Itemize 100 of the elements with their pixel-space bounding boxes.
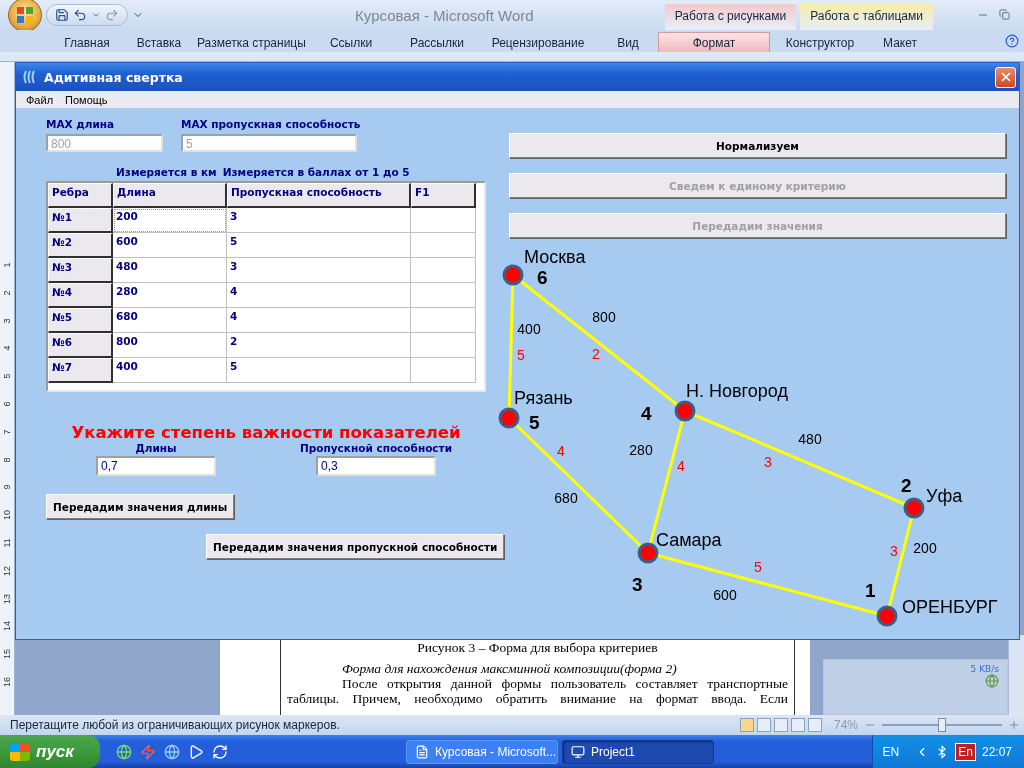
ribbon-tab[interactable]: Главная (52, 32, 122, 52)
zoom-in-icon[interactable] (1008, 719, 1020, 731)
figure-caption: Рисунок 3 – Форма для выбора критериев (416, 640, 659, 655)
play-icon[interactable] (188, 743, 204, 760)
row-header: №2 (48, 233, 113, 258)
ribbon-tab[interactable]: Разметка страницы (196, 32, 304, 52)
city-label: Н. Новгород (686, 381, 788, 401)
office-button[interactable] (8, 0, 42, 32)
table-cell[interactable]: 5 (227, 233, 411, 258)
table-cell[interactable]: 3 (227, 258, 411, 283)
taskbar-button[interactable]: Курсовая - Microsoft... (406, 739, 558, 764)
table-cell[interactable]: 800 (113, 333, 227, 358)
table-cell[interactable] (411, 208, 476, 233)
node-number: 4 (641, 403, 652, 424)
ruler-number: 3 (1, 317, 13, 325)
ribbon-tab[interactable]: Вставка (124, 32, 194, 52)
table-cell[interactable] (411, 258, 476, 283)
language-indicator[interactable]: EN (882, 744, 900, 759)
zoom-level: 74% (833, 718, 858, 732)
ribbon-tab[interactable]: Макет (870, 32, 930, 52)
city-node (903, 497, 925, 519)
ribbon-tab[interactable]: Рецензирование (478, 32, 598, 52)
input-method-indicator[interactable]: En (955, 742, 976, 761)
score-label: 3 (890, 542, 898, 559)
node-number: 5 (529, 412, 540, 433)
field-label: Длины (135, 442, 177, 454)
refresh-icon[interactable] (212, 743, 228, 760)
ruler-number: 6 (1, 400, 13, 409)
context-tab-group: Работа с таблицами (800, 4, 933, 30)
ribbon-tab[interactable]: Рассылки (398, 32, 476, 52)
table-cell[interactable]: 600 (113, 233, 227, 258)
paragraph-line: таблицы. Причем, необходимо обратить внимание на формат ввода. Если (287, 691, 788, 706)
length-label: 200 (913, 539, 937, 556)
ribbon-tab[interactable]: Вид (600, 32, 656, 52)
view-mode-icon[interactable] (756, 718, 771, 732)
table-cell[interactable]: 680 (113, 308, 227, 333)
table-cell[interactable] (411, 358, 476, 383)
save-icon[interactable] (55, 8, 69, 22)
browser-icon[interactable] (164, 743, 180, 760)
length-label: 480 (798, 430, 822, 447)
undo-icon[interactable] (73, 8, 87, 22)
table-cell[interactable] (411, 333, 476, 358)
unit-note: Измеряется в км (116, 166, 217, 178)
table-cell[interactable]: 5 (227, 358, 411, 383)
view-mode-icon[interactable] (790, 718, 805, 732)
taskbar-button[interactable]: Project1 (562, 739, 714, 764)
context-tab-group: Работа с рисунками (664, 4, 797, 30)
length-label: 400 (517, 320, 541, 337)
view-mode-icon[interactable] (773, 718, 788, 732)
help-icon[interactable] (1005, 34, 1019, 48)
ribbon-tab[interactable]: Конструктор (772, 32, 868, 52)
table-cell[interactable]: 280 (113, 283, 227, 308)
globe-icon (985, 674, 999, 688)
field-label: MAX длина (46, 118, 116, 130)
ruler-number: 1 (1, 261, 13, 270)
network-speed: 5 KB/s (970, 664, 999, 674)
table-cell[interactable]: 2 (227, 333, 411, 358)
menu-item[interactable]: Помощь (65, 93, 108, 106)
row-header: №7 (48, 358, 113, 383)
city-label: Москва (524, 247, 586, 267)
ruler-number: 7 (1, 428, 13, 437)
action-button[interactable]: Нормализуем (509, 133, 1006, 158)
ruler-number: 8 (1, 456, 13, 464)
ribbon-tab[interactable]: Ссылки (306, 32, 396, 52)
table-cell[interactable]: 4 (227, 283, 411, 308)
view-mode-icon[interactable] (807, 718, 822, 732)
start-button[interactable]: пуск (0, 735, 100, 768)
length-label: 800 (592, 308, 616, 325)
action-button[interactable]: Передадим значения длины (46, 494, 235, 519)
close-button[interactable] (995, 66, 1016, 88)
input-field[interactable]: 0,7 (96, 456, 216, 476)
redo-icon[interactable] (105, 8, 119, 22)
clock: 22:07 (981, 744, 1012, 759)
ribbon-tab[interactable]: Формат (658, 32, 770, 52)
score-label: 2 (592, 345, 600, 362)
table-cell[interactable]: 400 (113, 358, 227, 383)
menu-item[interactable]: Файл (26, 93, 54, 106)
ruler-number: 14 (1, 620, 13, 634)
table-cell[interactable]: 4 (227, 308, 411, 333)
city-node (674, 400, 696, 422)
table-cell[interactable] (411, 233, 476, 258)
globe-icon[interactable] (116, 743, 132, 760)
row-header: №1 (48, 208, 113, 233)
view-mode-icon[interactable] (739, 718, 754, 732)
table-cell[interactable]: 480 (113, 258, 227, 283)
score-label: 5 (754, 558, 762, 575)
table-cell[interactable]: 3 (227, 208, 411, 233)
ruler-number: 4 (1, 344, 13, 353)
table-cell[interactable] (411, 283, 476, 308)
ruler-number: 2 (1, 289, 13, 298)
zoom-thumb[interactable] (938, 718, 946, 732)
column-header: Ребра (48, 183, 113, 208)
lightning-icon[interactable] (140, 743, 156, 760)
input-field[interactable]: 0,3 (316, 456, 436, 476)
action-button[interactable]: Передадим значения пропускной способности (206, 534, 505, 559)
restore-icon[interactable] (999, 9, 1010, 20)
caret-icon[interactable] (91, 10, 101, 20)
table-cell[interactable]: 200 (113, 208, 227, 233)
node-number: 1 (865, 580, 876, 601)
table-cell[interactable] (411, 308, 476, 333)
